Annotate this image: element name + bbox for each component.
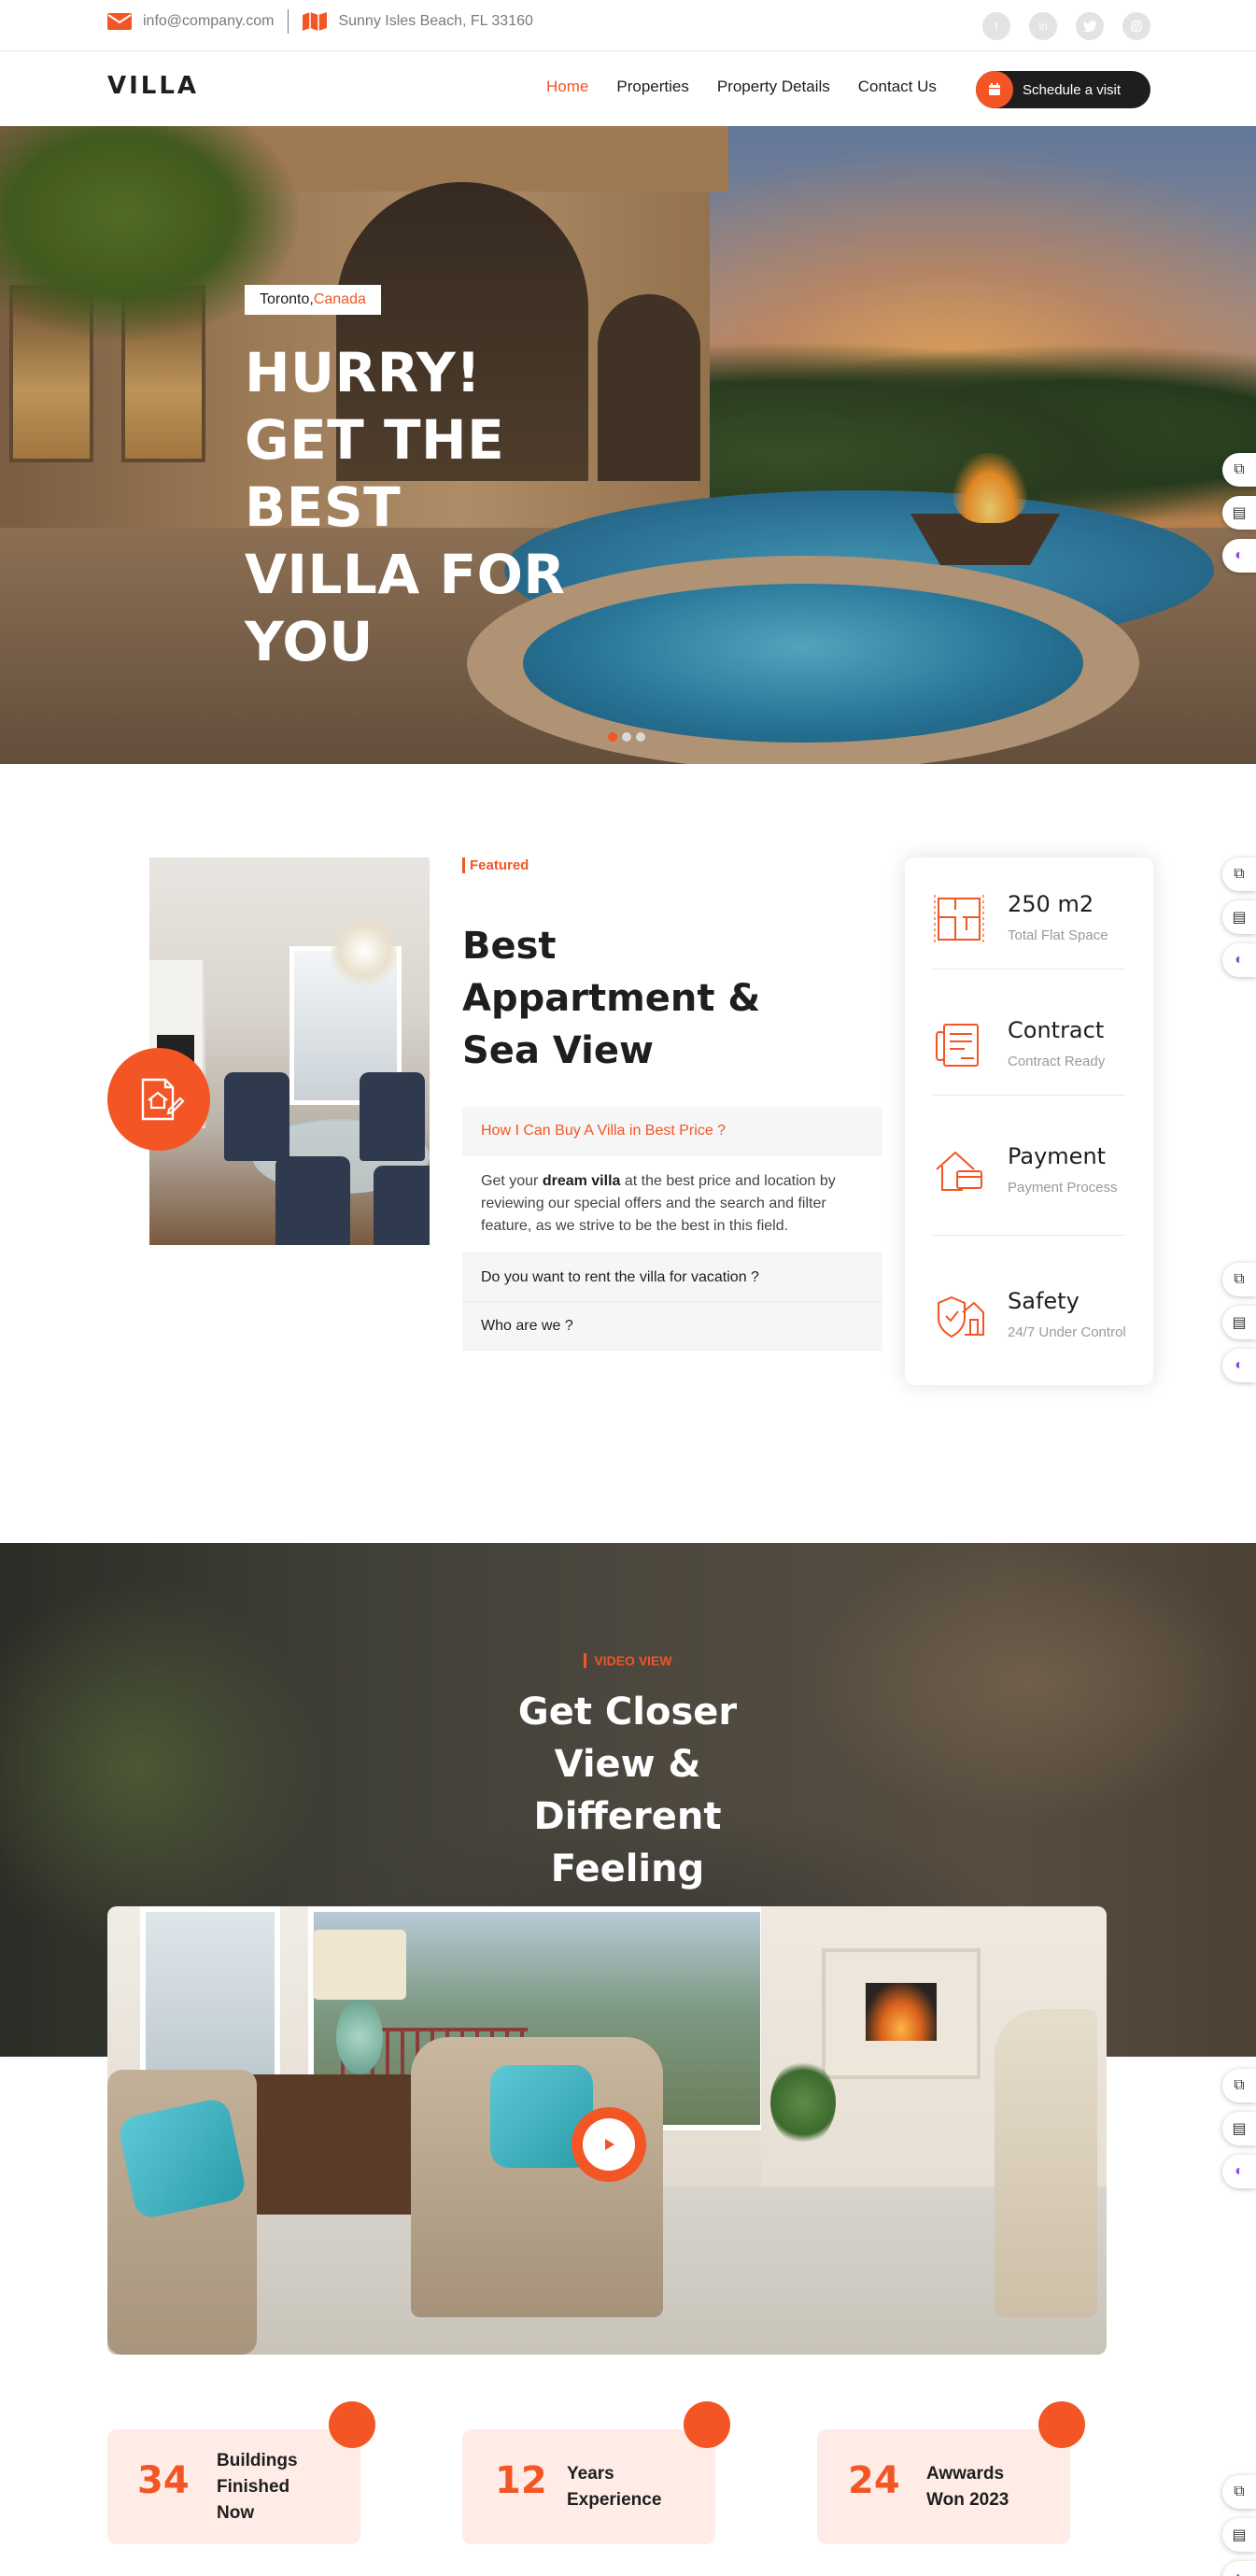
schedule-visit-label: Schedule a visit [1023, 81, 1122, 98]
instagram-icon[interactable] [1122, 12, 1150, 40]
ai-brain-icon[interactable]: ◐ [1222, 943, 1256, 977]
info-title: Contract [1008, 1017, 1105, 1043]
stat-card: 34 Buildings Finished Now [107, 2401, 375, 2544]
translate-icon[interactable]: ⧉ [1222, 2069, 1256, 2102]
floating-toolbar: ⧉ ▤ ◐ [1222, 2069, 1256, 2188]
faq-question[interactable]: Do you want to rent the villa for vacati… [462, 1253, 882, 1302]
twitter-icon[interactable] [1076, 12, 1104, 40]
lamp [313, 1930, 406, 2000]
slider-dot[interactable] [636, 732, 645, 742]
reader-icon[interactable]: ▤ [1222, 2112, 1256, 2145]
featured-tag: Featured [462, 857, 529, 873]
stat-number: 24 [848, 2459, 900, 2502]
translate-icon[interactable]: ⧉ [1222, 2475, 1256, 2509]
stat-number: 12 [495, 2459, 547, 2502]
translate-icon[interactable]: ⧉ [1222, 453, 1256, 487]
stat-decor-dot [1038, 2401, 1085, 2448]
faq-question[interactable]: Who are we ? [462, 1302, 882, 1351]
email-item[interactable]: info@company.com [107, 13, 274, 30]
reader-icon[interactable]: ▤ [1222, 1306, 1256, 1339]
address-text: Sunny Isles Beach, FL 33160 [338, 13, 533, 29]
safety-shield-icon [938, 1295, 984, 1338]
slider-dot[interactable] [608, 732, 617, 742]
ai-brain-icon[interactable]: ◐ [1222, 1349, 1256, 1382]
address-item: Sunny Isles Beach, FL 33160 [303, 12, 533, 31]
featured-image [149, 857, 430, 1245]
stat-card: 12 Years Experience [462, 2401, 730, 2544]
ai-brain-icon[interactable]: ◐ [1222, 2155, 1256, 2188]
map-icon [303, 12, 328, 31]
payment-house-icon [936, 1151, 982, 1191]
chandelier [332, 913, 397, 988]
info-item: Safety 24/7 Under Control [933, 1273, 1126, 1380]
play-icon [605, 2139, 614, 2150]
ai-brain-icon[interactable]: ◐ [1222, 539, 1256, 573]
faq-answer: Get your dream villa at the best price a… [462, 1155, 882, 1253]
info-title: Safety [1008, 1288, 1080, 1314]
envelope-icon [107, 13, 132, 30]
calendar-icon [976, 71, 1013, 108]
hero-banner: Toronto,Canada HURRY! GET THE BEST VILLA… [0, 126, 1256, 764]
nav-item-home[interactable]: Home [546, 78, 588, 96]
hero-headline: HURRY! GET THE BEST VILLA FOR YOU [245, 341, 566, 673]
featured-title: Best Appartment & Sea View [462, 925, 761, 1072]
floating-toolbar: ⧉ ▤ ◐ [1222, 1263, 1256, 1382]
info-sub: Payment Process [1008, 1180, 1118, 1196]
info-sub: Total Flat Space [1008, 927, 1108, 943]
faq-accordion: How I Can Buy A Villa in Best Price ? Ge… [462, 1107, 882, 1351]
reader-icon[interactable]: ▤ [1222, 496, 1256, 530]
translate-icon[interactable]: ⧉ [1222, 857, 1256, 891]
main-nav: Home Properties Property Details Contact… [546, 78, 937, 96]
floating-toolbar: ⧉ ▤ ◐ [1222, 2475, 1256, 2576]
stat-label: Buildings Finished Now [217, 2451, 298, 2523]
linkedin-icon[interactable]: in [1029, 12, 1057, 40]
info-sub: 24/7 Under Control [1008, 1324, 1126, 1340]
floating-toolbar: ⧉ ▤ ◐ [1222, 453, 1256, 573]
site-logo[interactable]: VILLA [107, 72, 199, 100]
property-info-card: 250 m2 Total Flat Space Contract Contrac… [905, 857, 1153, 1385]
reader-icon[interactable]: ▤ [1222, 900, 1256, 934]
contact-info: info@company.com Sunny Isles Beach, FL 3… [107, 9, 533, 34]
info-item: Contract Contract Ready [933, 1002, 1125, 1096]
translate-icon[interactable]: ⧉ [1222, 1263, 1256, 1296]
video-title: Get Closer View & Different Feeling [517, 1691, 738, 1890]
hero-location-city: Toronto, [260, 291, 314, 307]
property-document-icon [141, 1078, 185, 1121]
stat-label: Awwards Won 2023 [926, 2464, 1009, 2510]
hero-location-badge: Toronto,Canada [245, 285, 381, 315]
play-button[interactable] [572, 2107, 646, 2182]
stat-number: 34 [137, 2459, 190, 2502]
info-item: Payment Payment Process [933, 1128, 1125, 1236]
floorplan-icon [934, 895, 984, 943]
floating-toolbar: ⧉ ▤ ◐ [1222, 857, 1256, 977]
video-tag: VIDEO VIEW [0, 1653, 1256, 1668]
info-item: 250 m2 Total Flat Space [933, 876, 1125, 970]
email-text: info@company.com [143, 13, 275, 29]
slider-dot[interactable] [622, 732, 631, 742]
info-title: 250 m2 [1008, 891, 1094, 917]
top-bar: info@company.com Sunny Isles Beach, FL 3… [0, 0, 1256, 51]
stat-decor-dot [329, 2401, 375, 2448]
featured-badge [107, 1048, 210, 1151]
nav-item-property-details[interactable]: Property Details [717, 78, 830, 96]
video-thumbnail[interactable] [107, 1906, 1107, 2355]
slider-dots [608, 732, 645, 742]
schedule-visit-button[interactable]: Schedule a visit [976, 71, 1150, 108]
facebook-icon[interactable]: f [982, 12, 1010, 40]
reader-icon[interactable]: ▤ [1222, 2518, 1256, 2552]
stat-label: Years Experience [567, 2464, 662, 2510]
stat-card: 24 Awwards Won 2023 [817, 2401, 1085, 2544]
ai-brain-icon[interactable]: ◐ [1222, 2561, 1256, 2576]
social-links: f in [982, 12, 1150, 40]
main-navbar: VILLA Home Properties Property Details C… [0, 51, 1256, 126]
contract-icon [936, 1024, 979, 1067]
stat-decor-dot [684, 2401, 730, 2448]
info-title: Payment [1008, 1143, 1107, 1169]
divider [288, 9, 289, 34]
faq-question[interactable]: How I Can Buy A Villa in Best Price ? [462, 1107, 882, 1155]
nav-item-properties[interactable]: Properties [616, 78, 688, 96]
hero-location-country: Canada [313, 291, 366, 307]
nav-item-contact-us[interactable]: Contact Us [858, 78, 937, 96]
info-sub: Contract Ready [1008, 1054, 1106, 1069]
